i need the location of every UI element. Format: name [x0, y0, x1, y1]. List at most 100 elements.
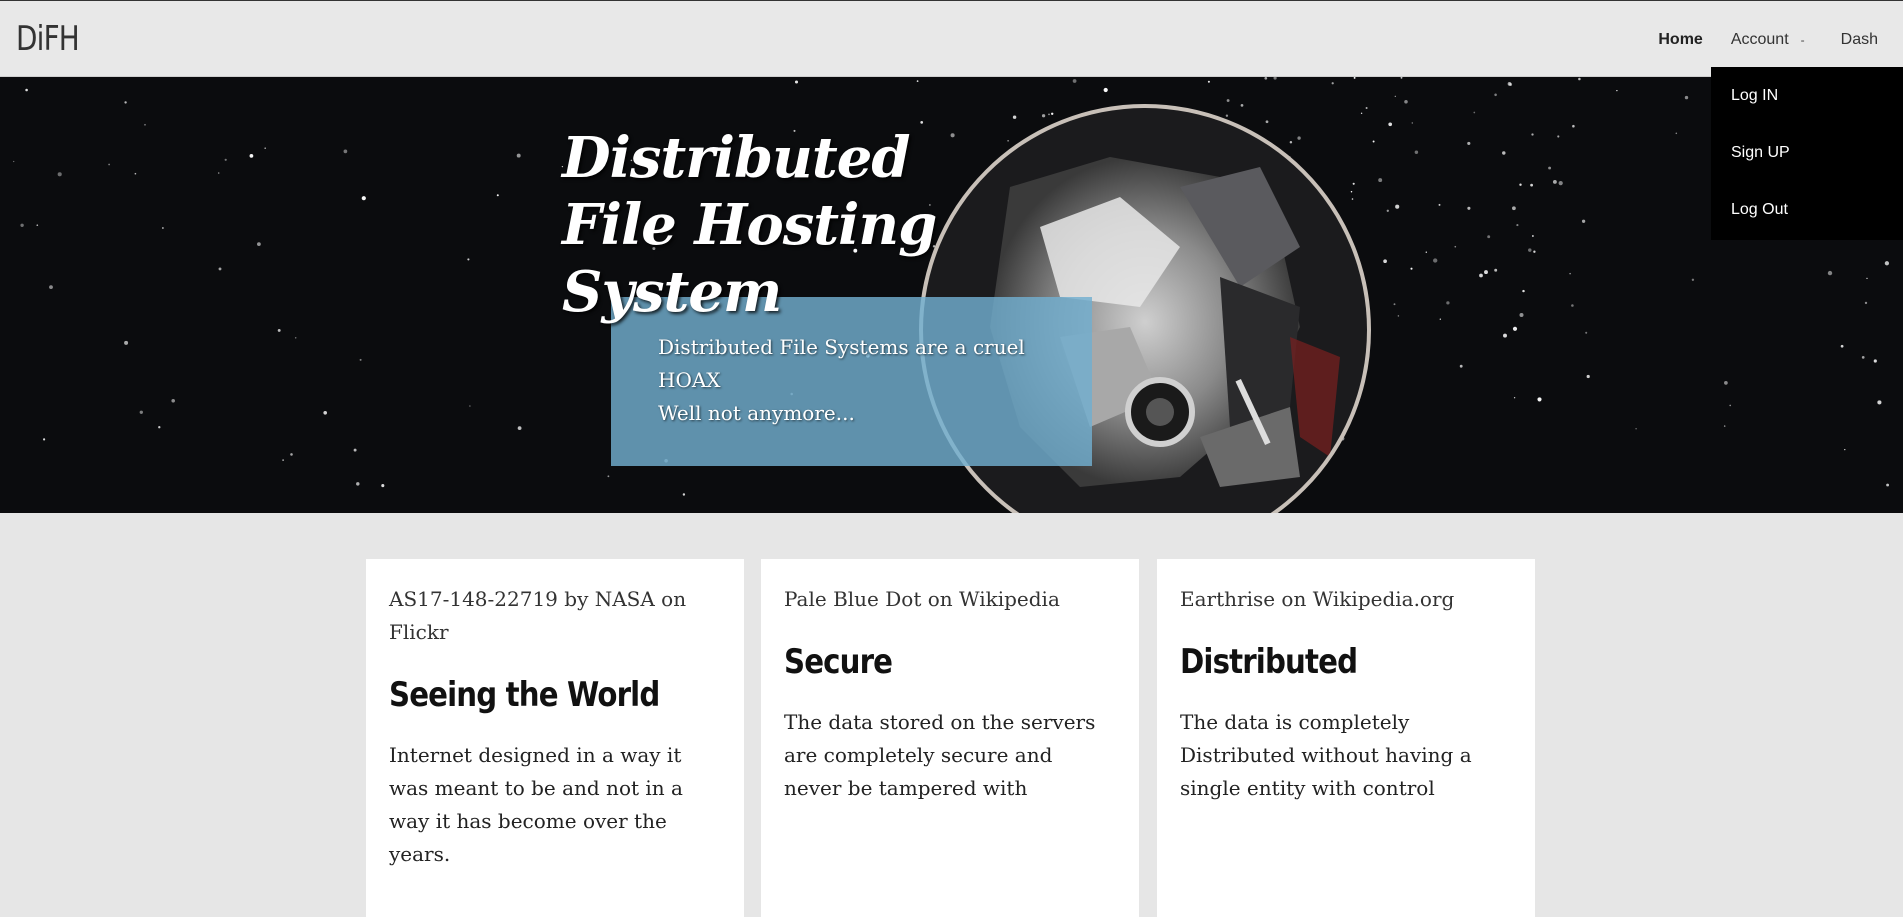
star — [277, 328, 281, 332]
card-text: The data stored on the servers are compl… — [784, 710, 1096, 800]
star — [108, 163, 110, 166]
star — [257, 242, 261, 246]
star — [1877, 400, 1882, 405]
star — [1351, 198, 1354, 200]
star — [1386, 209, 1389, 212]
star — [1522, 289, 1525, 293]
star — [282, 459, 284, 461]
star — [1360, 112, 1363, 114]
star — [1487, 235, 1491, 239]
star — [294, 337, 297, 339]
star — [1512, 326, 1518, 331]
star — [1467, 141, 1471, 145]
card-title: Secure — [784, 642, 893, 682]
star — [1414, 150, 1419, 155]
star — [1041, 114, 1046, 118]
star — [1519, 183, 1522, 186]
star — [1394, 95, 1396, 97]
card-image-alt: Pale Blue Dot on Wikipedia — [784, 587, 1060, 611]
star — [1007, 140, 1009, 142]
feature-card-distributed: Earthrise on Wikipedia.org Distributed T… — [1157, 559, 1535, 917]
star — [1723, 425, 1726, 427]
star — [1684, 95, 1689, 100]
star — [1507, 82, 1512, 86]
star — [1072, 79, 1077, 83]
card-text: The data is completely Distributed witho… — [1180, 710, 1472, 800]
account-caret-icon[interactable]: - — [1797, 33, 1827, 47]
star — [1378, 178, 1383, 183]
card-image-alt: AS17-148-22719 by NASA on Flickr — [389, 587, 687, 644]
star — [682, 493, 686, 496]
star — [1240, 104, 1244, 107]
star — [1353, 77, 1356, 79]
star — [1558, 180, 1563, 186]
star — [1388, 122, 1393, 127]
star — [607, 475, 610, 478]
star — [1411, 122, 1414, 124]
star — [517, 426, 522, 430]
star — [162, 227, 164, 229]
card-title: Seeing the World — [389, 675, 660, 715]
star — [217, 172, 220, 174]
star — [1635, 427, 1637, 430]
star — [1586, 374, 1590, 379]
hero-tagline-line: HOAX — [658, 368, 721, 392]
star — [361, 196, 366, 201]
hero-title: Distributed File Hosting System — [562, 125, 962, 326]
star — [353, 448, 357, 452]
star — [13, 160, 15, 163]
brand-logo[interactable]: DiFH — [16, 19, 80, 59]
star — [1578, 77, 1581, 81]
nav-dash-link[interactable]: Dash — [1827, 31, 1903, 49]
star — [1861, 356, 1865, 359]
dropdown-signup[interactable]: Sign UP — [1711, 124, 1903, 181]
star — [467, 258, 470, 261]
star — [1519, 312, 1524, 318]
star — [1393, 303, 1396, 306]
star — [1383, 259, 1387, 264]
star — [1571, 304, 1574, 307]
star — [359, 358, 362, 361]
star — [1884, 261, 1890, 266]
star — [264, 147, 266, 149]
dropdown-login[interactable]: Log IN — [1711, 67, 1903, 124]
star — [1454, 245, 1457, 248]
star — [25, 88, 28, 92]
star — [1724, 381, 1728, 385]
star — [1297, 136, 1301, 140]
star — [1886, 483, 1890, 487]
nav-home-link[interactable]: Home — [1644, 31, 1716, 49]
star — [1516, 224, 1519, 227]
star — [1512, 206, 1516, 211]
star — [124, 101, 127, 104]
star — [920, 121, 924, 124]
star — [1503, 333, 1507, 338]
card-image-alt: Earthrise on Wikipedia.org — [1180, 587, 1455, 611]
dropdown-logout[interactable]: Log Out — [1711, 181, 1903, 238]
star — [49, 285, 53, 290]
card-image-broken: Pale Blue Dot on Wikipedia — [784, 583, 1116, 616]
star — [1395, 204, 1400, 209]
star — [1439, 318, 1441, 320]
star — [224, 158, 227, 161]
star — [1873, 359, 1877, 363]
account-dropdown-menu: Log IN Sign UP Log Out — [1711, 67, 1903, 240]
star — [1264, 77, 1268, 80]
nav-account-link[interactable]: Account — [1717, 31, 1797, 49]
star — [1048, 113, 1050, 116]
star — [1569, 272, 1571, 275]
star — [20, 223, 24, 228]
star — [1616, 89, 1618, 92]
star — [1581, 219, 1586, 223]
star — [496, 194, 499, 197]
star — [1012, 115, 1017, 119]
star — [134, 172, 137, 175]
hero-title-line: File Hosting — [562, 192, 937, 258]
card-image-broken: AS17-148-22719 by NASA on Flickr — [389, 583, 721, 649]
star — [1844, 449, 1846, 451]
star — [158, 426, 161, 429]
star — [1350, 190, 1353, 193]
star — [1530, 183, 1533, 187]
star — [1557, 135, 1560, 138]
star — [36, 224, 39, 227]
